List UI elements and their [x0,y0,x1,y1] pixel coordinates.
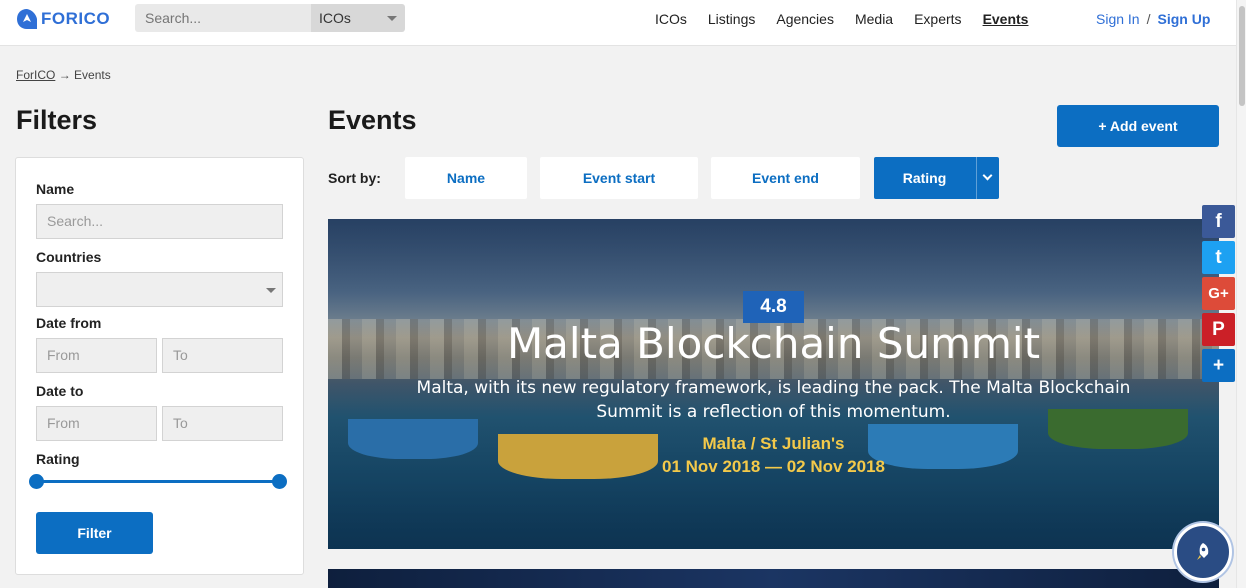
rating-slider-min-handle[interactable] [28,474,44,489]
chevron-down-icon [387,16,397,21]
rating-filter-label: Rating [36,451,80,467]
facebook-icon[interactable]: f [1202,205,1235,238]
sort-by-event-end-button[interactable]: Event end [711,157,860,199]
date-to-label: Date to [36,383,84,399]
name-filter-label: Name [36,181,75,197]
google-plus-icon[interactable]: G+ [1202,277,1235,310]
add-event-button[interactable]: + Add event [1057,105,1219,147]
nav-item-experts[interactable]: Experts [914,11,961,27]
search-category-select[interactable]: ICOs [311,4,405,32]
nav-item-listings[interactable]: Listings [708,11,755,27]
sort-by-event-start-button[interactable]: Event start [540,157,698,199]
brand-logo[interactable]: FORICO [16,8,110,30]
brand-name: FORICO [41,9,111,28]
date-to-end-input[interactable]: To [162,406,283,441]
countries-filter-label: Countries [36,249,102,265]
countries-select[interactable] [36,272,283,307]
pinterest-icon[interactable]: P [1202,313,1235,346]
page-title: Events [328,105,417,135]
search-category-value: ICOs [319,10,351,26]
breadcrumb-current: Events [74,68,111,82]
date-from-start-input[interactable]: From [36,338,157,373]
top-header: FORICO ICOs ICOs Listings Agencies Media… [0,0,1236,46]
search-input[interactable] [135,4,311,32]
auth-links: Sign In / Sign Up [1096,11,1210,27]
sign-in-link[interactable]: Sign In [1096,11,1140,27]
filters-title: Filters [16,105,98,135]
nav-item-events[interactable]: Events [983,11,1029,27]
chat-launcher-button[interactable] [1174,523,1232,581]
featured-event-card[interactable]: 4.8 Malta Blockchain Summit Malta, with … [328,219,1219,549]
sort-by-rating-button[interactable]: Rating [874,157,999,199]
event-description: Malta, with its new regulatory framework… [416,378,1131,422]
search-bar: ICOs [135,4,405,32]
rating-slider-max-handle[interactable] [271,474,287,489]
event-title[interactable]: Malta Blockchain Summit [328,319,1219,368]
breadcrumb-arrow: → [58,68,71,82]
sort-by-rating-label: Rating [902,170,947,186]
share-plus-icon[interactable]: + [1202,349,1235,382]
sort-divider [976,157,977,199]
sign-up-link[interactable]: Sign Up [1157,11,1210,27]
auth-separator: / [1146,11,1151,27]
scrollbar-thumb[interactable] [1239,6,1245,106]
filters-panel: Name Search... Countries Date from From … [15,157,304,575]
filter-button[interactable]: Filter [36,512,153,554]
date-to-start-input[interactable]: From [36,406,157,441]
breadcrumb-home-link[interactable]: ForICO [16,68,55,82]
next-event-card[interactable] [328,569,1219,588]
sort-label: Sort by: [328,170,381,186]
nav-item-agencies[interactable]: Agencies [776,11,834,27]
chevron-down-icon [266,288,276,293]
rocket-chat-icon [1197,543,1209,560]
chevron-down-icon [982,170,993,181]
breadcrumb: ForICO → Events [16,68,111,82]
sort-by-name-button[interactable]: Name [405,157,527,199]
date-from-label: Date from [36,315,102,331]
nav-item-icos[interactable]: ICOs [655,11,687,27]
page-scrollbar[interactable] [1236,0,1246,588]
rocket-logo-icon [17,9,37,29]
name-filter-input[interactable]: Search... [36,204,283,239]
nav-item-media[interactable]: Media [855,11,893,27]
main-nav: ICOs Listings Agencies Media Experts Eve… [655,11,1049,27]
twitter-icon[interactable]: t [1202,241,1235,274]
event-location: Malta / St Julian's [702,434,845,453]
date-from-end-input[interactable]: To [162,338,283,373]
event-dates: 01 Nov 2018 — 02 Nov 2018 [661,457,886,476]
rating-slider-track[interactable] [36,480,279,483]
